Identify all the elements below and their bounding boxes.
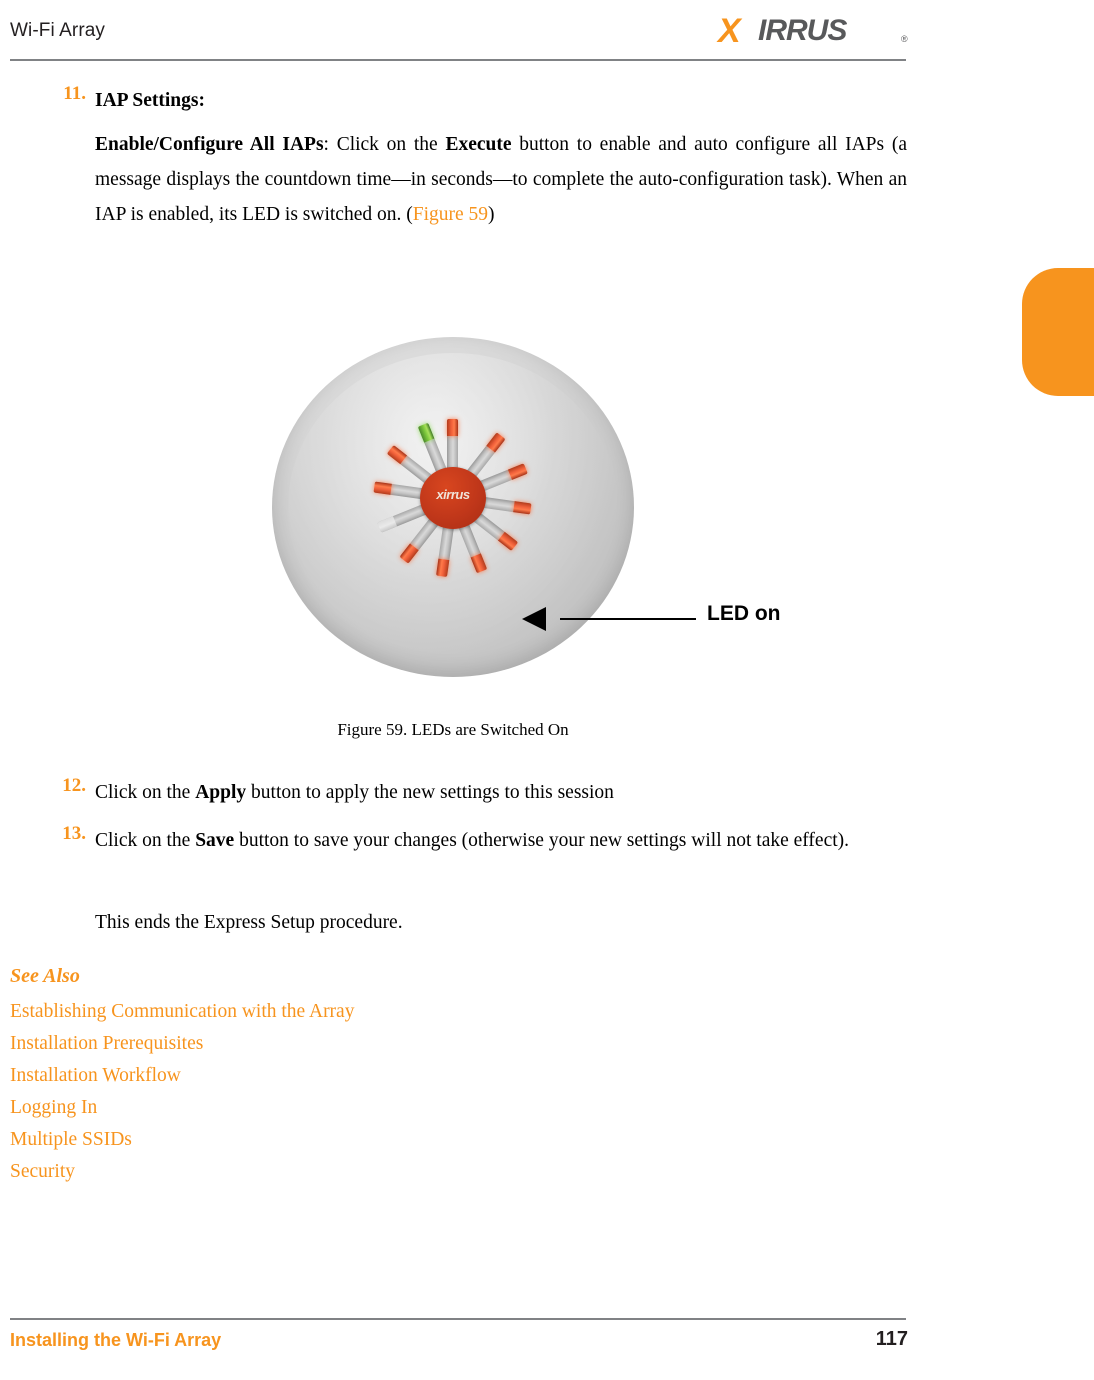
see-also-link-5[interactable]: Security (10, 1156, 890, 1188)
footer-divider (10, 1318, 906, 1320)
figure-59: xirrus LED on Figure 59. LEDs are Switch… (0, 330, 1094, 750)
closing-paragraph: This ends the Express Setup procedure. (95, 912, 403, 933)
array-center-hub: xirrus (420, 467, 486, 529)
footer-title: Installing the Wi-Fi Array (10, 1330, 222, 1350)
callout-arrow-icon (522, 607, 546, 631)
xirrus-logo: X IRRUS ® (718, 12, 908, 50)
page-header: Wi-Fi Array X IRRUS ® (0, 0, 1094, 61)
led-indicator (373, 481, 392, 495)
step-11-title: IAP Settings: (95, 83, 885, 118)
led-indicator (513, 501, 532, 515)
see-also-link-3[interactable]: Logging In (10, 1092, 890, 1124)
see-also-link-0[interactable]: Establishing Communication with the Arra… (10, 996, 890, 1028)
see-also-heading: See Also (10, 965, 80, 987)
led-indicator (447, 419, 458, 436)
logo-x-letter: X (718, 12, 741, 50)
step-12-body: Click on the Apply button to apply the n… (95, 782, 614, 803)
callout-label: LED on (707, 602, 781, 625)
registered-trademark-icon: ® (901, 34, 908, 44)
step-11-number: 11. (63, 83, 86, 104)
see-also-link-2[interactable]: Installation Workflow (10, 1060, 890, 1092)
step-12-number: 12. (62, 775, 86, 796)
figure-caption: Figure 59. LEDs are Switched On (337, 720, 569, 739)
step-11-body: Enable/Configure All IAPs: Click on the … (95, 134, 907, 225)
see-also-link-4[interactable]: Multiple SSIDs (10, 1124, 890, 1156)
header-divider (10, 59, 906, 61)
led-indicator (436, 558, 450, 577)
wifi-array-illustration: xirrus (272, 337, 634, 682)
document-page: Wi-Fi Array X IRRUS ® 11. IAP Settings: … (0, 0, 1094, 1380)
header-title: Wi-Fi Array (10, 20, 106, 41)
step-11-title-text: IAP Settings: (95, 90, 205, 111)
step-13-number: 13. (62, 823, 86, 844)
callout-leader-line (560, 618, 696, 620)
page-number: 117 (875, 1328, 908, 1350)
step-13-body: Click on the Save button to save your ch… (95, 830, 850, 851)
logo-wordmark: IRRUS (758, 14, 847, 47)
device-logo-label: xirrus (436, 487, 470, 502)
see-also-link-1[interactable]: Installation Prerequisites (10, 1028, 890, 1060)
see-also-section: See Also Establishing Communication with… (10, 965, 890, 1188)
